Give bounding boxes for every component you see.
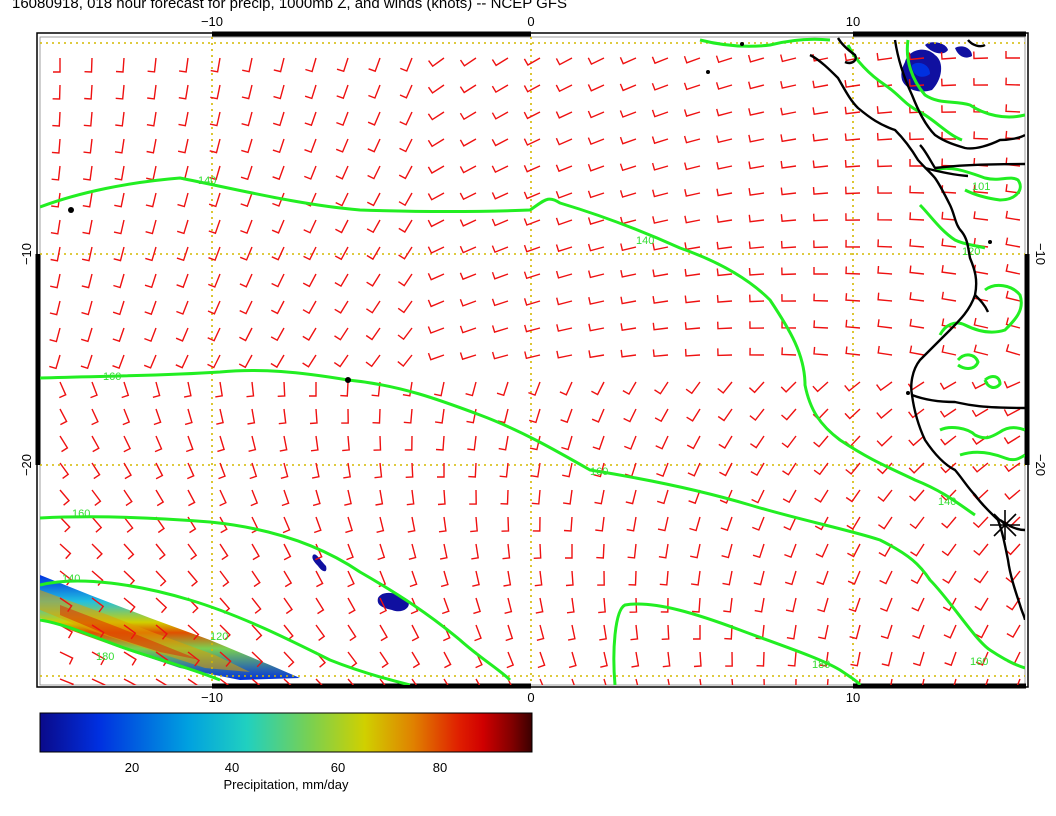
contour-label: 160: [590, 466, 608, 478]
contour-label: 140: [198, 175, 216, 187]
tick-label-top-lon: 0: [527, 14, 534, 29]
tick-label-right-lat: −10: [1033, 243, 1048, 265]
tick-label-top-lon: 10: [846, 14, 860, 29]
colorbar-title: Precipitation, mm/day: [224, 777, 349, 792]
tick-label-right-lat: −20: [1033, 454, 1048, 476]
contour-label: 120: [210, 631, 228, 643]
tick-label-bottom-lon: 10: [846, 690, 860, 705]
weather-map: 140 160 160 140 160 120 180 140 160 180 …: [19, 14, 1048, 792]
bottom-tick-labels: −10 0 10: [201, 690, 860, 705]
top-tick-labels: −10 0 10: [201, 14, 860, 29]
colorbar-tick-label: 40: [225, 760, 239, 775]
contour-label: 160: [72, 508, 90, 520]
colorbar-gradient: [39, 712, 533, 753]
colorbar-tick-label: 80: [433, 760, 447, 775]
tick-label-bottom-lon: 0: [527, 690, 534, 705]
colorbar-tick-label: 60: [331, 760, 345, 775]
tick-label-bottom-lon: −10: [201, 690, 223, 705]
tick-label-top-lon: −10: [201, 14, 223, 29]
contour-label: 180: [96, 651, 114, 663]
contour-label: 101: [972, 181, 990, 193]
left-tick-labels: −10 −20: [19, 243, 34, 476]
colorbar: 20 40 60 80 Precipitation, mm/day: [39, 712, 533, 792]
contour-label: 140: [62, 573, 80, 585]
colorbar-tick-label: 20: [125, 760, 139, 775]
tick-label-left-lat: −20: [19, 454, 34, 476]
contour-label: 120: [962, 246, 980, 258]
right-tick-labels: −10 −20: [1033, 243, 1048, 476]
contour-label: 140: [636, 235, 654, 247]
contour-label: 180: [812, 659, 830, 671]
tick-label-left-lat: −10: [19, 243, 34, 265]
location-marker: [990, 510, 1020, 540]
contour-label: 160: [103, 371, 121, 383]
contour-label: 140: [938, 496, 956, 508]
contour-label: 160: [970, 656, 988, 668]
